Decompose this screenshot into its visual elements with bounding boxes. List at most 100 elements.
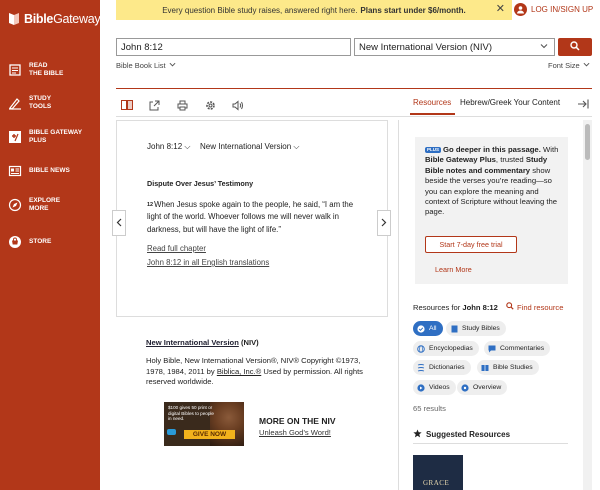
suggested-resources-heading: Suggested Resources <box>413 429 510 440</box>
copyright-title: New International Version (NIV) <box>146 338 259 347</box>
collapse-panel-icon[interactable] <box>577 97 589 115</box>
filter-chip-commentaries[interactable]: Commentaries <box>484 341 551 356</box>
play-icon <box>417 383 425 392</box>
filter-chip-all[interactable]: All <box>413 321 443 336</box>
cover-title: GRACE <box>423 479 450 487</box>
header-divider <box>116 88 592 89</box>
plus-badge: PLUS <box>425 146 442 153</box>
sidebar-item-explore-more[interactable]: EXPLORE MORE <box>8 197 98 213</box>
bible-gateway-logo-icon <box>9 13 19 25</box>
star-icon <box>413 429 422 440</box>
compass-icon <box>8 198 22 212</box>
version-link[interactable]: New International Version <box>146 338 239 347</box>
user-avatar-icon <box>514 3 527 16</box>
sidebar: BibleGateway READ THE BIBLE STUDY TOOLS … <box>0 0 101 490</box>
tab-hebrew-greek-your-content[interactable]: Hebrew/Greek Your Content <box>460 98 560 107</box>
bible-icon <box>450 325 458 333</box>
sidebar-item-label: EXPLORE MORE <box>29 197 61 212</box>
resources-panel-border <box>398 120 399 490</box>
filter-chip-encyclopedias[interactable]: Encyclopedias <box>413 341 479 356</box>
verse-text: 12When Jesus spoke again to the people, … <box>147 200 354 234</box>
search-icon <box>570 38 580 56</box>
news-icon <box>8 164 22 178</box>
globe-icon <box>417 344 425 353</box>
store-icon <box>8 235 22 249</box>
close-icon[interactable]: ✕ <box>496 4 505 15</box>
overview-icon <box>461 383 469 392</box>
previous-chapter-button[interactable] <box>112 210 126 236</box>
suggested-resource-cover[interactable]: GRACE <box>413 455 463 490</box>
verse-number: 12 <box>147 202 154 208</box>
plus-slash-icon <box>8 130 22 144</box>
login-label: LOG IN/SIGN UP <box>531 5 594 14</box>
search-button[interactable] <box>558 38 592 56</box>
sidebar-item-label: BIBLE GATEWAY PLUS <box>29 129 83 144</box>
chevron-down-icon <box>540 42 548 53</box>
filter-chip-study-bibles[interactable]: Study Bibles <box>446 321 506 336</box>
sidebar-item-label: STUDY TOOLS <box>29 95 52 110</box>
sidebar-item-study-tools[interactable]: STUDY TOOLS <box>8 95 98 111</box>
sidebar-item-read-the-bible[interactable]: READ THE BIBLE <box>8 62 98 78</box>
ad-text: $100 gives 50 print or digital Bibles to… <box>168 405 214 422</box>
logo-text: BibleGateway <box>24 12 101 26</box>
start-free-trial-button[interactable]: Start 7-day free trial <box>425 236 517 253</box>
print-icon[interactable] <box>176 99 188 111</box>
give-now-ad[interactable]: $100 gives 50 print or digital Bibles to… <box>164 402 244 446</box>
chevron-down-icon: ⌵ <box>293 142 300 151</box>
plus-promo-text: PLUS Go deeper in this passage. With Bibl… <box>425 145 559 217</box>
passage-panel: John 8:12 ⌵ New International Version ⌵ … <box>116 120 388 317</box>
give-now-button[interactable]: GIVE NOW <box>184 430 235 439</box>
promo-banner[interactable]: Every question Bible study raises, answe… <box>116 0 512 20</box>
chevron-right-icon <box>381 214 387 232</box>
study-tools-icon <box>8 96 22 110</box>
active-tab-indicator <box>410 113 455 115</box>
passage-version[interactable]: New International Version ⌵ <box>200 142 299 152</box>
passage-reference[interactable]: John 8:12 ⌵ <box>147 142 190 152</box>
resources-for-label: Resources for John 8:12 <box>413 303 498 312</box>
version-select-value: New International Version (NIV) <box>359 42 493 53</box>
publisher-link[interactable]: Biblica, Inc.® <box>217 367 261 376</box>
filter-chip-overview[interactable]: Overview <box>457 380 508 395</box>
tab-resources[interactable]: Resources <box>413 98 451 107</box>
sidebar-item-bible-gateway-plus[interactable]: BIBLE GATEWAY PLUS <box>8 129 98 145</box>
share-icon[interactable] <box>148 99 160 111</box>
filter-chip-videos[interactable]: Videos <box>413 380 456 395</box>
all-translations-link[interactable]: John 8:12 in all English translations <box>147 258 269 267</box>
bible-book-list-dropdown[interactable]: Bible Book List <box>116 61 176 70</box>
plus-promo-card: PLUS Go deeper in this passage. With Bibl… <box>415 137 568 284</box>
learn-more-link[interactable]: Learn More <box>435 265 472 274</box>
logo[interactable]: BibleGateway <box>8 12 101 26</box>
find-resource-link[interactable]: Find resource <box>506 302 563 312</box>
gear-icon[interactable] <box>204 99 216 111</box>
app-root: BibleGateway READ THE BIBLE STUDY TOOLS … <box>0 0 600 490</box>
chevron-left-icon <box>116 214 122 232</box>
filter-chip-bible-studies[interactable]: Bible Studies <box>477 360 539 375</box>
more-on-niv-link[interactable]: Unleash God’s Word! <box>259 428 331 437</box>
banner-cta[interactable]: Plans start under $6/month. <box>360 6 465 15</box>
sidebar-item-label: BIBLE NEWS <box>29 167 70 174</box>
book-open-icon <box>8 63 22 77</box>
passage-search-input[interactable] <box>116 38 351 56</box>
filter-chip-dictionaries[interactable]: Dictionaries <box>413 360 471 375</box>
ad-logo-icon <box>167 429 176 435</box>
version-select[interactable]: New International Version (NIV) <box>354 38 555 56</box>
suggested-divider <box>413 443 568 444</box>
sidebar-item-label: STORE <box>29 238 52 245</box>
book-list-label: Bible Book List <box>116 61 166 70</box>
read-full-chapter-link[interactable]: Read full chapter <box>147 244 206 253</box>
next-chapter-button[interactable] <box>377 210 391 236</box>
font-size-dropdown[interactable]: Font Size <box>548 61 590 70</box>
audio-icon[interactable] <box>232 99 244 111</box>
scrollbar-thumb[interactable] <box>585 124 590 160</box>
chevron-down-icon <box>169 61 176 70</box>
chat-icon <box>488 345 496 353</box>
dictionary-icon <box>417 363 425 372</box>
sidebar-item-store[interactable]: STORE <box>8 235 98 249</box>
font-size-label: Font Size <box>548 61 580 70</box>
sidebar-item-label: READ THE BIBLE <box>29 62 64 77</box>
login-button[interactable]: LOG IN/SIGN UP <box>514 3 593 16</box>
parallel-view-icon[interactable] <box>121 99 133 111</box>
scrollbar[interactable] <box>583 120 592 490</box>
sidebar-item-bible-news[interactable]: BIBLE NEWS <box>8 164 98 178</box>
passage-heading: Dispute Over Jesus’ Testimony <box>147 179 254 188</box>
